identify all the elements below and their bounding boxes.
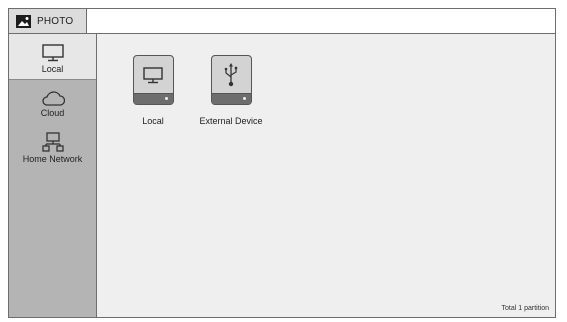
network-icon: [41, 132, 64, 152]
device-label: Local: [142, 116, 164, 126]
sidebar-item-label: Home Network: [22, 154, 83, 164]
device-external[interactable]: External Device: [186, 55, 276, 126]
photo-tab-label: PHOTO: [37, 15, 74, 27]
photo-icon: [16, 14, 31, 28]
top-bar: PHOTO: [9, 9, 555, 34]
monitor-icon: [41, 44, 64, 62]
sidebar-item-local[interactable]: Local: [9, 34, 96, 80]
cloud-icon: [41, 91, 65, 106]
photo-tab[interactable]: PHOTO: [9, 9, 87, 33]
device-list: Local External Device Total 1 partition: [97, 34, 555, 317]
sidebar-item-cloud[interactable]: Cloud: [9, 80, 96, 126]
usb-drive-icon: [210, 55, 252, 105]
sidebar-item-label: Local: [41, 64, 64, 74]
device-label: External Device: [199, 116, 263, 126]
sidebar-item-label: Cloud: [40, 108, 65, 118]
sidebar-item-home-network[interactable]: Home Network: [9, 122, 96, 168]
photo-app-window: PHOTO Local Cloud Home Network Local Ext…: [8, 8, 556, 318]
monitor-drive-icon: [132, 55, 174, 105]
device-local[interactable]: Local: [108, 55, 198, 126]
source-sidebar: Local Cloud Home Network: [9, 34, 97, 317]
partition-status: Total 1 partition: [501, 305, 549, 312]
